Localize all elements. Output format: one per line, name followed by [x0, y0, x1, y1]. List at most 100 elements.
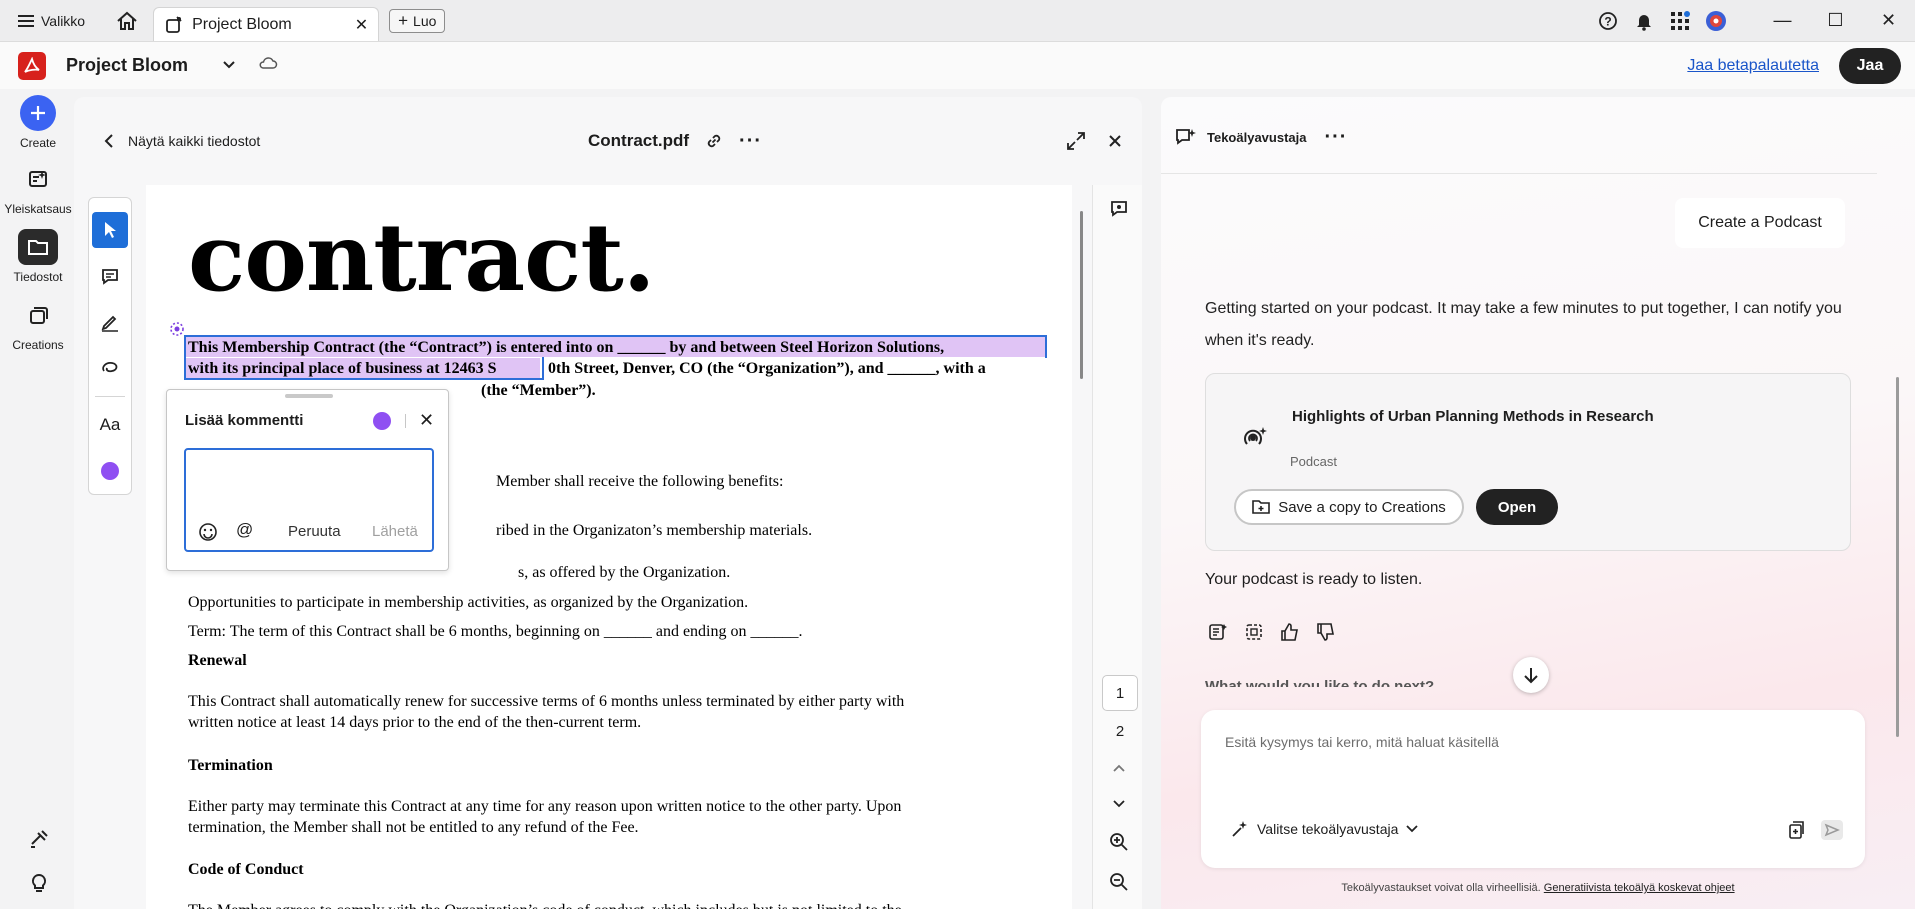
app-header: Project Bloom Jaa betapalautetta Jaa [0, 42, 1915, 89]
minimize-button[interactable]: — [1756, 0, 1809, 42]
highlight-tool[interactable] [92, 304, 128, 340]
new-tab-button[interactable]: + Luo [389, 8, 446, 33]
rail-item-files[interactable]: Tiedostot [0, 229, 76, 284]
rail-item-overview[interactable]: Yleiskatsaus [0, 161, 76, 216]
response-actions [1207, 621, 1337, 643]
mention-icon[interactable]: @ [236, 520, 253, 540]
color-picker[interactable] [92, 453, 128, 489]
project-menu-chevron-icon[interactable] [222, 57, 236, 75]
assistant-scrollbar[interactable] [1896, 377, 1899, 737]
comments-panel-icon[interactable] [1106, 195, 1132, 221]
home-icon [117, 11, 137, 30]
minimize-icon: — [1773, 10, 1792, 30]
hamburger-icon [18, 14, 34, 27]
select-tool[interactable] [92, 212, 128, 248]
rail-item-create[interactable]: Create [0, 95, 76, 150]
annotation-toolbar: Aa [88, 197, 132, 495]
expand-icon[interactable] [1066, 131, 1086, 151]
freehand-tool[interactable] [92, 350, 128, 386]
document-header: Näytä kaikki tiedostot Contract.pdf ··· [74, 97, 1142, 187]
back-to-files-link[interactable]: Näytä kaikki tiedostot [104, 133, 260, 149]
cloud-sync-icon[interactable] [258, 56, 278, 75]
text-tool[interactable]: Aa [92, 407, 128, 443]
lasso-icon [102, 361, 118, 373]
sparkle-wand-icon [1232, 821, 1247, 837]
maximize-button[interactable]: ☐ [1809, 0, 1862, 42]
contract-line: Member shall receive the following benef… [496, 473, 784, 490]
title-actions: ? — ☐ ✕ [1590, 0, 1915, 42]
plus-icon: + [398, 10, 409, 30]
avatar[interactable] [1698, 0, 1734, 42]
left-rail: Create Yleiskatsaus Tiedostot Creations [0, 89, 72, 909]
ai-guidelines-link[interactable]: Generatiivista tekoälyä koskevat ohjeet [1544, 882, 1735, 894]
send-comment-button[interactable]: Lähetä [372, 523, 418, 540]
section-heading: Code of Conduct [188, 861, 304, 878]
document-scrollbar[interactable] [1074, 185, 1090, 909]
more-options-icon[interactable]: ··· [739, 131, 762, 151]
page-thumb-2[interactable]: 2 [1102, 713, 1138, 749]
chevron-left-icon [104, 134, 113, 148]
attach-file-icon[interactable] [1787, 820, 1807, 840]
rail-item-creations[interactable]: Creations [0, 297, 76, 352]
contract-heading: contract. [188, 203, 656, 313]
lightbulb-icon[interactable] [28, 872, 50, 894]
close-window-button[interactable]: ✕ [1862, 0, 1915, 42]
copy-icon[interactable] [1243, 621, 1265, 643]
thumbs-down-icon[interactable] [1315, 621, 1337, 643]
emoji-icon[interactable] [198, 522, 218, 542]
comment-tool[interactable] [92, 258, 128, 294]
save-label: Save a copy to Creations [1278, 498, 1446, 516]
share-button[interactable]: Jaa [1839, 47, 1901, 84]
chevron-down-icon[interactable] [1106, 791, 1132, 817]
notifications-button[interactable] [1626, 0, 1662, 42]
menu-label: Valikko [41, 12, 86, 29]
plus-icon [20, 95, 56, 131]
cancel-comment-button[interactable]: Peruuta [288, 523, 341, 540]
contract-line: ribed in the Organizaton’s membership ma… [496, 522, 813, 539]
page-thumb-1[interactable]: 1 [1102, 675, 1138, 711]
assistant-prompt-input[interactable] [1225, 734, 1785, 750]
link-icon[interactable] [705, 132, 723, 150]
send-icon[interactable] [1821, 820, 1843, 840]
comment-input[interactable]: @ Peruuta Lähetä [184, 448, 434, 552]
menu-button[interactable]: Valikko [0, 0, 97, 42]
close-document-icon[interactable] [1108, 134, 1122, 148]
tools-icon[interactable] [28, 828, 50, 850]
comment-color-icon[interactable] [373, 412, 391, 430]
tab-close-icon[interactable]: ✕ [355, 15, 368, 35]
assistant-more-icon[interactable]: ··· [1324, 127, 1347, 147]
contract-line: This Membership Contract (the “Contract”… [188, 339, 945, 356]
add-comment-popup: Lisää kommentti ✕ @ Peruuta Lähetä [166, 389, 449, 571]
user-message: Create a Podcast [1675, 198, 1845, 248]
drag-handle[interactable] [285, 394, 333, 398]
header-divider [1161, 173, 1877, 174]
close-comment-icon[interactable]: ✕ [419, 410, 434, 431]
contract-line: s, as offered by the Organization. [518, 564, 731, 581]
assistant-selector-label: Valitse tekoälyavustaja [1257, 821, 1399, 837]
folder-icon [18, 229, 58, 265]
thumbs-up-icon[interactable] [1279, 621, 1301, 643]
scroll-to-bottom-button[interactable] [1513, 657, 1549, 693]
cursor-arrow-icon [105, 222, 116, 238]
tab-project-bloom[interactable]: Project Bloom ✕ [153, 7, 380, 41]
apps-button[interactable] [1662, 0, 1698, 42]
zoom-in-icon[interactable] [1106, 829, 1132, 855]
help-button[interactable]: ? [1590, 0, 1626, 42]
chevron-up-icon[interactable] [1106, 755, 1132, 781]
svg-text:?: ? [1604, 14, 1611, 28]
color-swatch-icon [101, 462, 119, 480]
zoom-out-icon[interactable] [1106, 869, 1132, 895]
save-to-creations-button[interactable]: Save a copy to Creations [1234, 489, 1464, 525]
beta-feedback-link[interactable]: Jaa betapalautetta [1687, 57, 1819, 75]
bell-icon [1637, 14, 1651, 31]
document-actions [1066, 131, 1122, 151]
scroll-thumb[interactable] [1080, 211, 1083, 379]
input-actions [1787, 820, 1843, 840]
open-podcast-button[interactable]: Open [1476, 489, 1558, 525]
rail-item-label: Create [19, 136, 57, 150]
summary-icon[interactable] [1207, 621, 1229, 643]
comment-icon [102, 269, 118, 285]
pen-icon [101, 315, 118, 332]
assistant-selector[interactable]: Valitse tekoälyavustaja [1231, 820, 1419, 838]
home-button[interactable] [109, 6, 145, 36]
